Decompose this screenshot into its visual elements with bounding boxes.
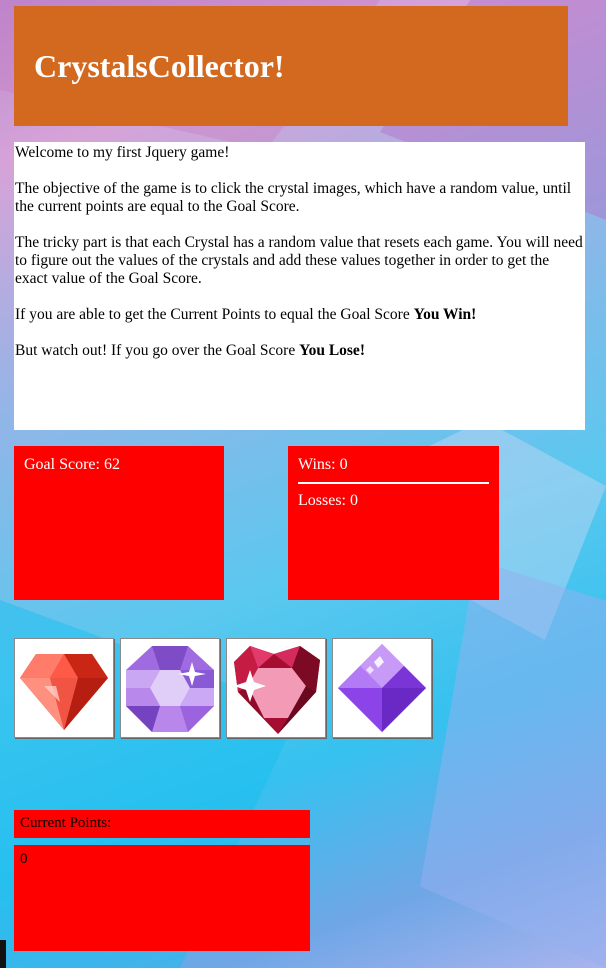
purple-round-crystal[interactable] — [120, 638, 220, 738]
header-banner: CrystalsCollector! — [14, 6, 568, 126]
tricky-text: The tricky part is that each Crystal has… — [15, 234, 583, 287]
goal-score-box: Goal Score: 62 — [14, 446, 224, 600]
win-rule-prefix: If you are able to get the Current Point… — [15, 306, 414, 323]
objective-text: The objective of the game is to click th… — [15, 180, 572, 215]
welcome-text: Welcome to my first Jquery game! — [15, 144, 230, 161]
lose-rule-prefix: But watch out! If you go over the Goal S… — [15, 342, 300, 359]
violet-octagon-crystal-icon — [338, 644, 426, 732]
losses-text: Losses: 0 — [298, 492, 358, 509]
current-points-label: Current Points: — [20, 815, 112, 831]
wins-text: Wins: 0 — [298, 456, 348, 473]
page-edge-bar — [0, 940, 6, 968]
current-points-value-box: 0 — [14, 845, 310, 951]
current-points-value: 0 — [20, 851, 28, 867]
ruby-heart-crystal-icon — [234, 646, 320, 734]
lose-rule-text: But watch out! If you go over the Goal S… — [15, 342, 585, 360]
win-rule-text: If you are able to get the Current Point… — [15, 306, 585, 324]
score-stats-box: Wins: 0 Losses: 0 — [288, 446, 499, 600]
win-rule-bold: You Win! — [413, 306, 477, 323]
lose-rule-bold: You Lose! — [299, 342, 365, 359]
page-title: CrystalsCollector! — [34, 48, 285, 84]
stats-divider — [298, 482, 489, 484]
purple-round-crystal-icon — [126, 646, 214, 732]
red-diamond-crystal-icon — [20, 654, 108, 730]
crystal-row — [14, 638, 432, 738]
goal-score-text: Goal Score: 62 — [24, 456, 120, 473]
instructions-panel: Welcome to my first Jquery game! The obj… — [14, 142, 585, 430]
background-facet — [420, 560, 606, 968]
violet-octagon-crystal[interactable] — [332, 638, 432, 738]
ruby-heart-crystal[interactable] — [226, 638, 326, 738]
red-diamond-crystal[interactable] — [14, 638, 114, 738]
current-points-label-box: Current Points: — [14, 810, 310, 838]
